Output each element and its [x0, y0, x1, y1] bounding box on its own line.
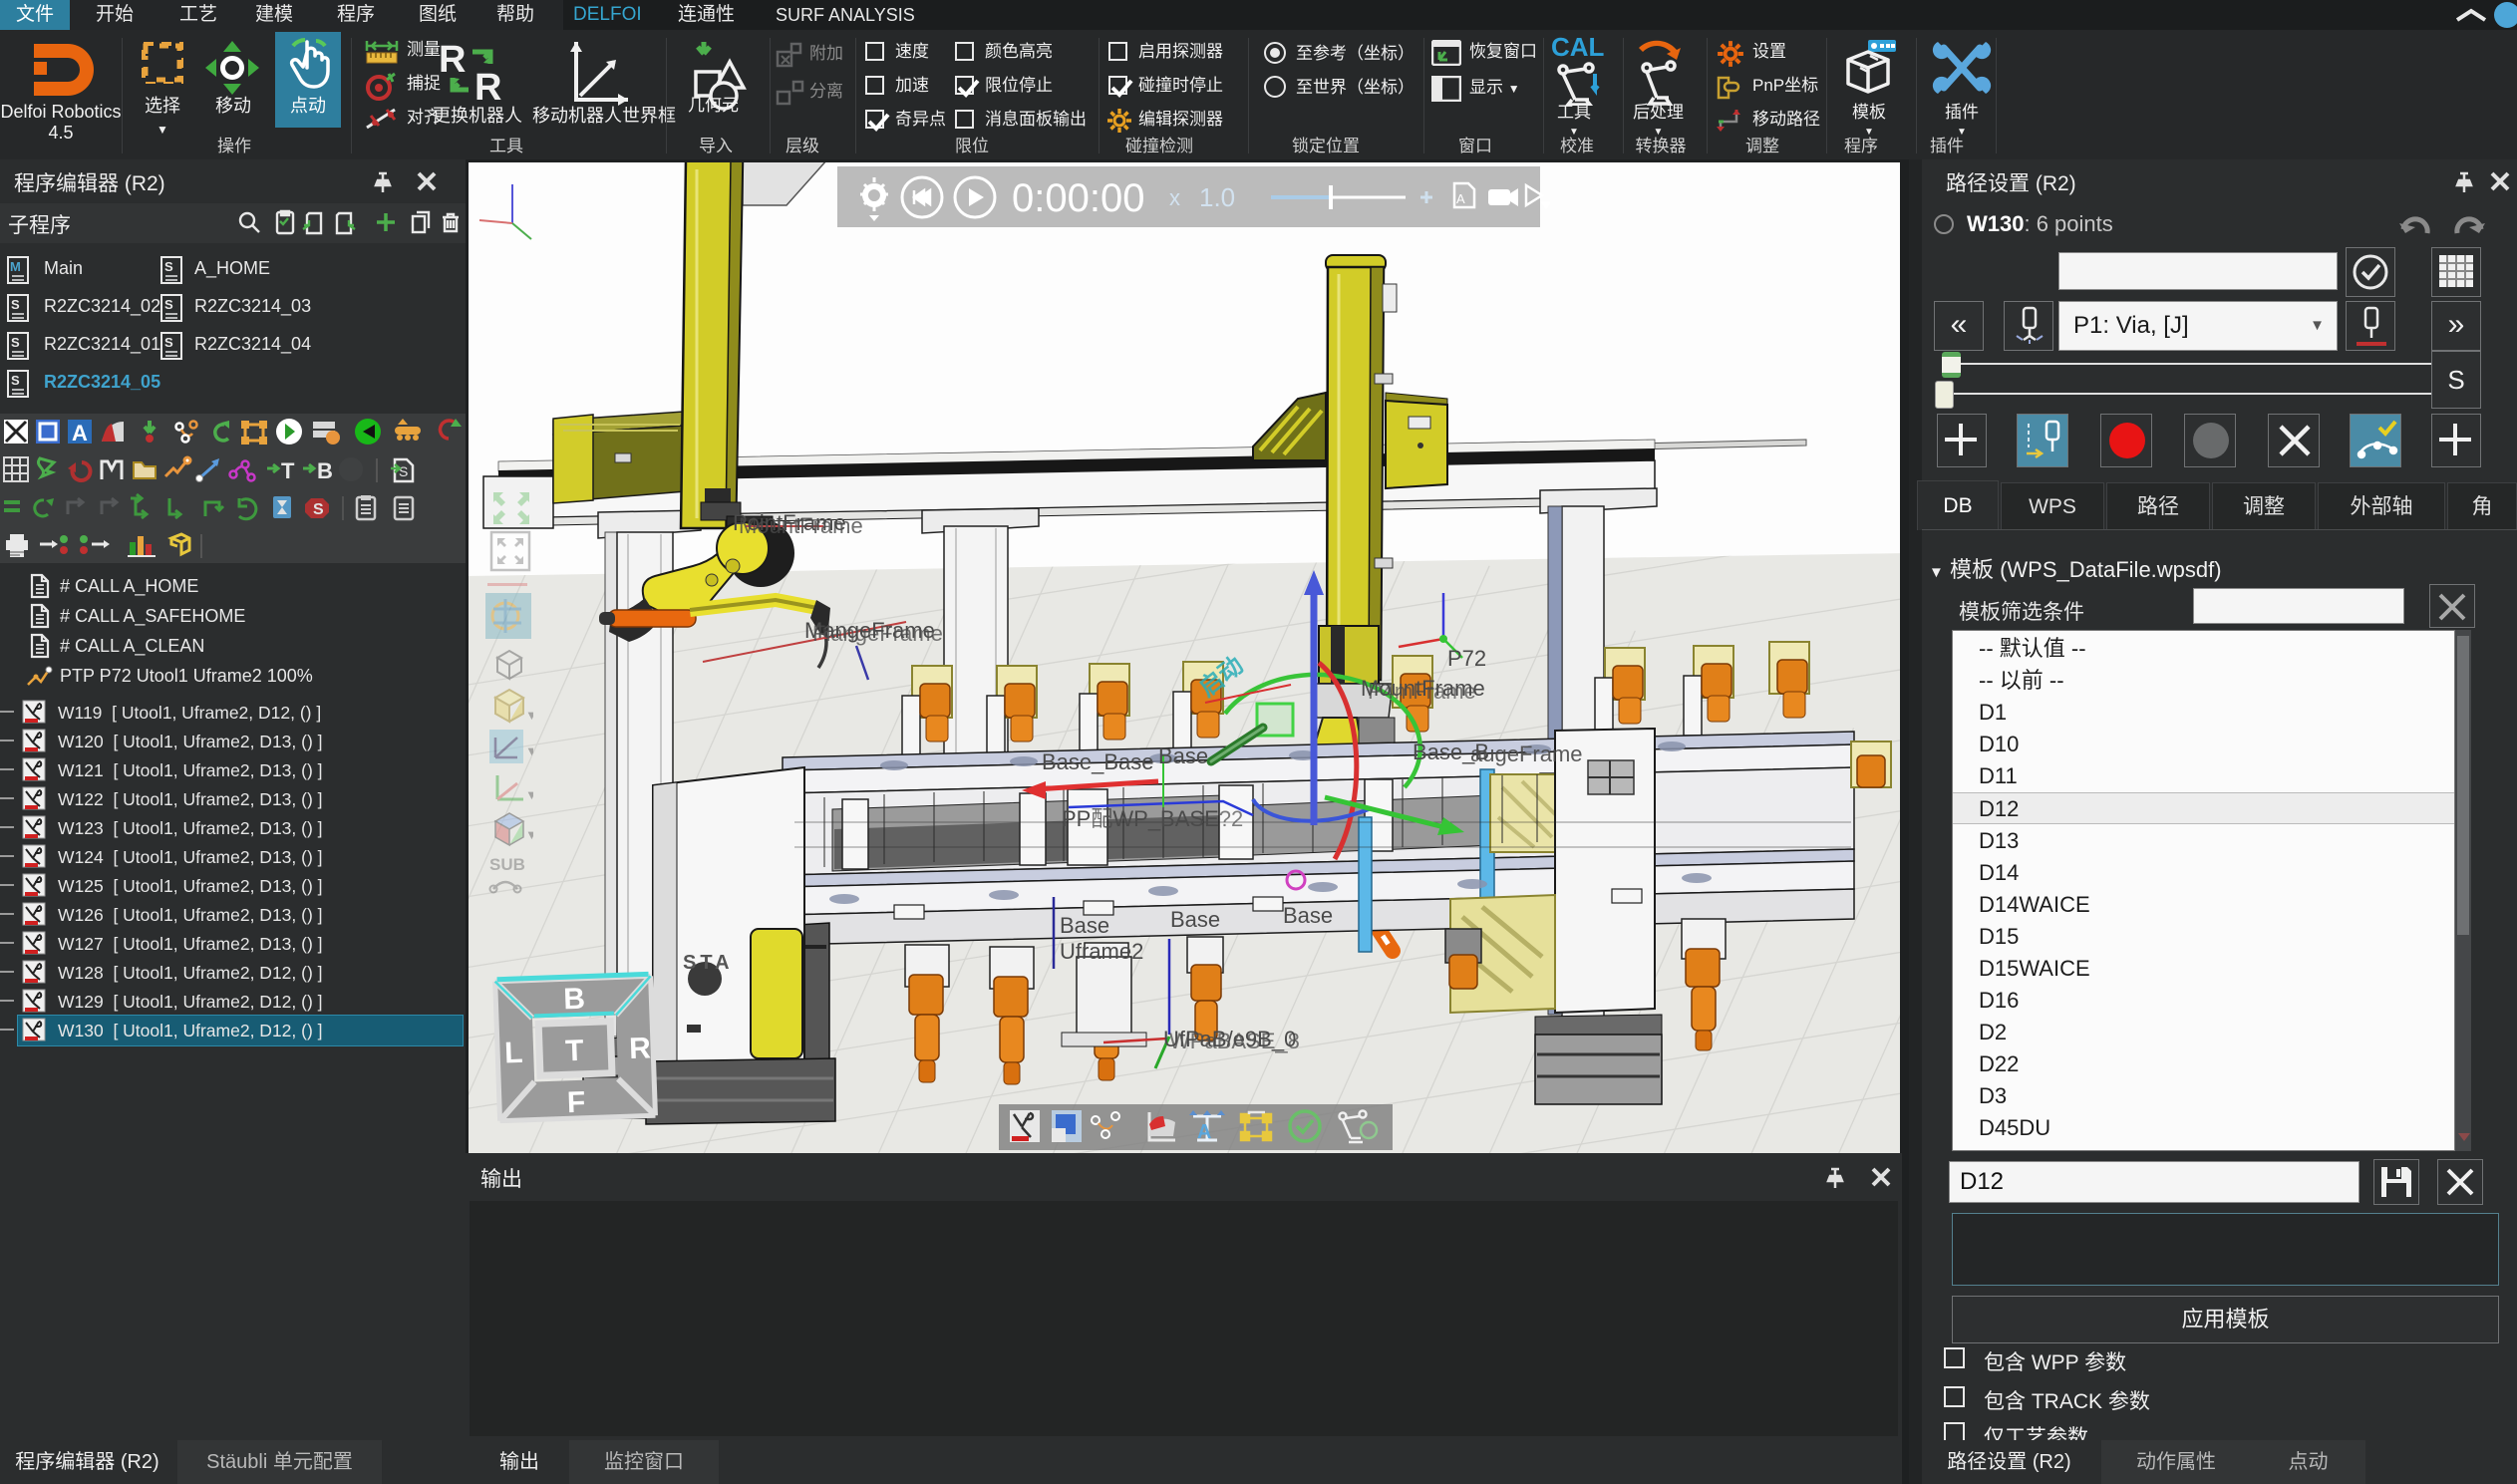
svg-text:T: T	[565, 1035, 584, 1068]
svg-text:A: A	[1197, 1121, 1211, 1143]
svg-text:x: x	[1169, 185, 1180, 210]
svg-text:▼: ▼	[525, 827, 533, 842]
svg-text:▼: ▼	[525, 708, 533, 723]
svg-text:0:00:00: 0:00:00	[1012, 176, 1144, 220]
svg-text:B: B	[317, 458, 333, 483]
svg-text:▼: ▼	[525, 743, 533, 758]
svg-text:L: L	[504, 1037, 523, 1070]
svg-text:A: A	[1456, 191, 1465, 206]
svg-text:A: A	[72, 421, 88, 445]
svg-text:T: T	[281, 458, 295, 483]
svg-text:R: R	[629, 1032, 652, 1065]
svg-text:S: S	[313, 501, 324, 518]
svg-text:M: M	[10, 259, 21, 274]
svg-text:S: S	[164, 259, 173, 274]
svg-text:R: R	[474, 67, 501, 104]
svg-text:F: F	[566, 1086, 585, 1120]
svg-text:S: S	[11, 297, 20, 312]
svg-text:R: R	[439, 42, 466, 81]
svg-text:▼: ▼	[525, 787, 533, 802]
svg-text:S: S	[399, 463, 408, 479]
svg-text:S: S	[11, 373, 20, 388]
svg-text:S: S	[164, 297, 173, 312]
svg-text:1.0: 1.0	[1199, 182, 1235, 212]
svg-text:S: S	[164, 335, 173, 350]
svg-text:B: B	[563, 983, 586, 1017]
svg-text:STA: STA	[683, 952, 734, 974]
svg-text:S: S	[11, 335, 20, 350]
